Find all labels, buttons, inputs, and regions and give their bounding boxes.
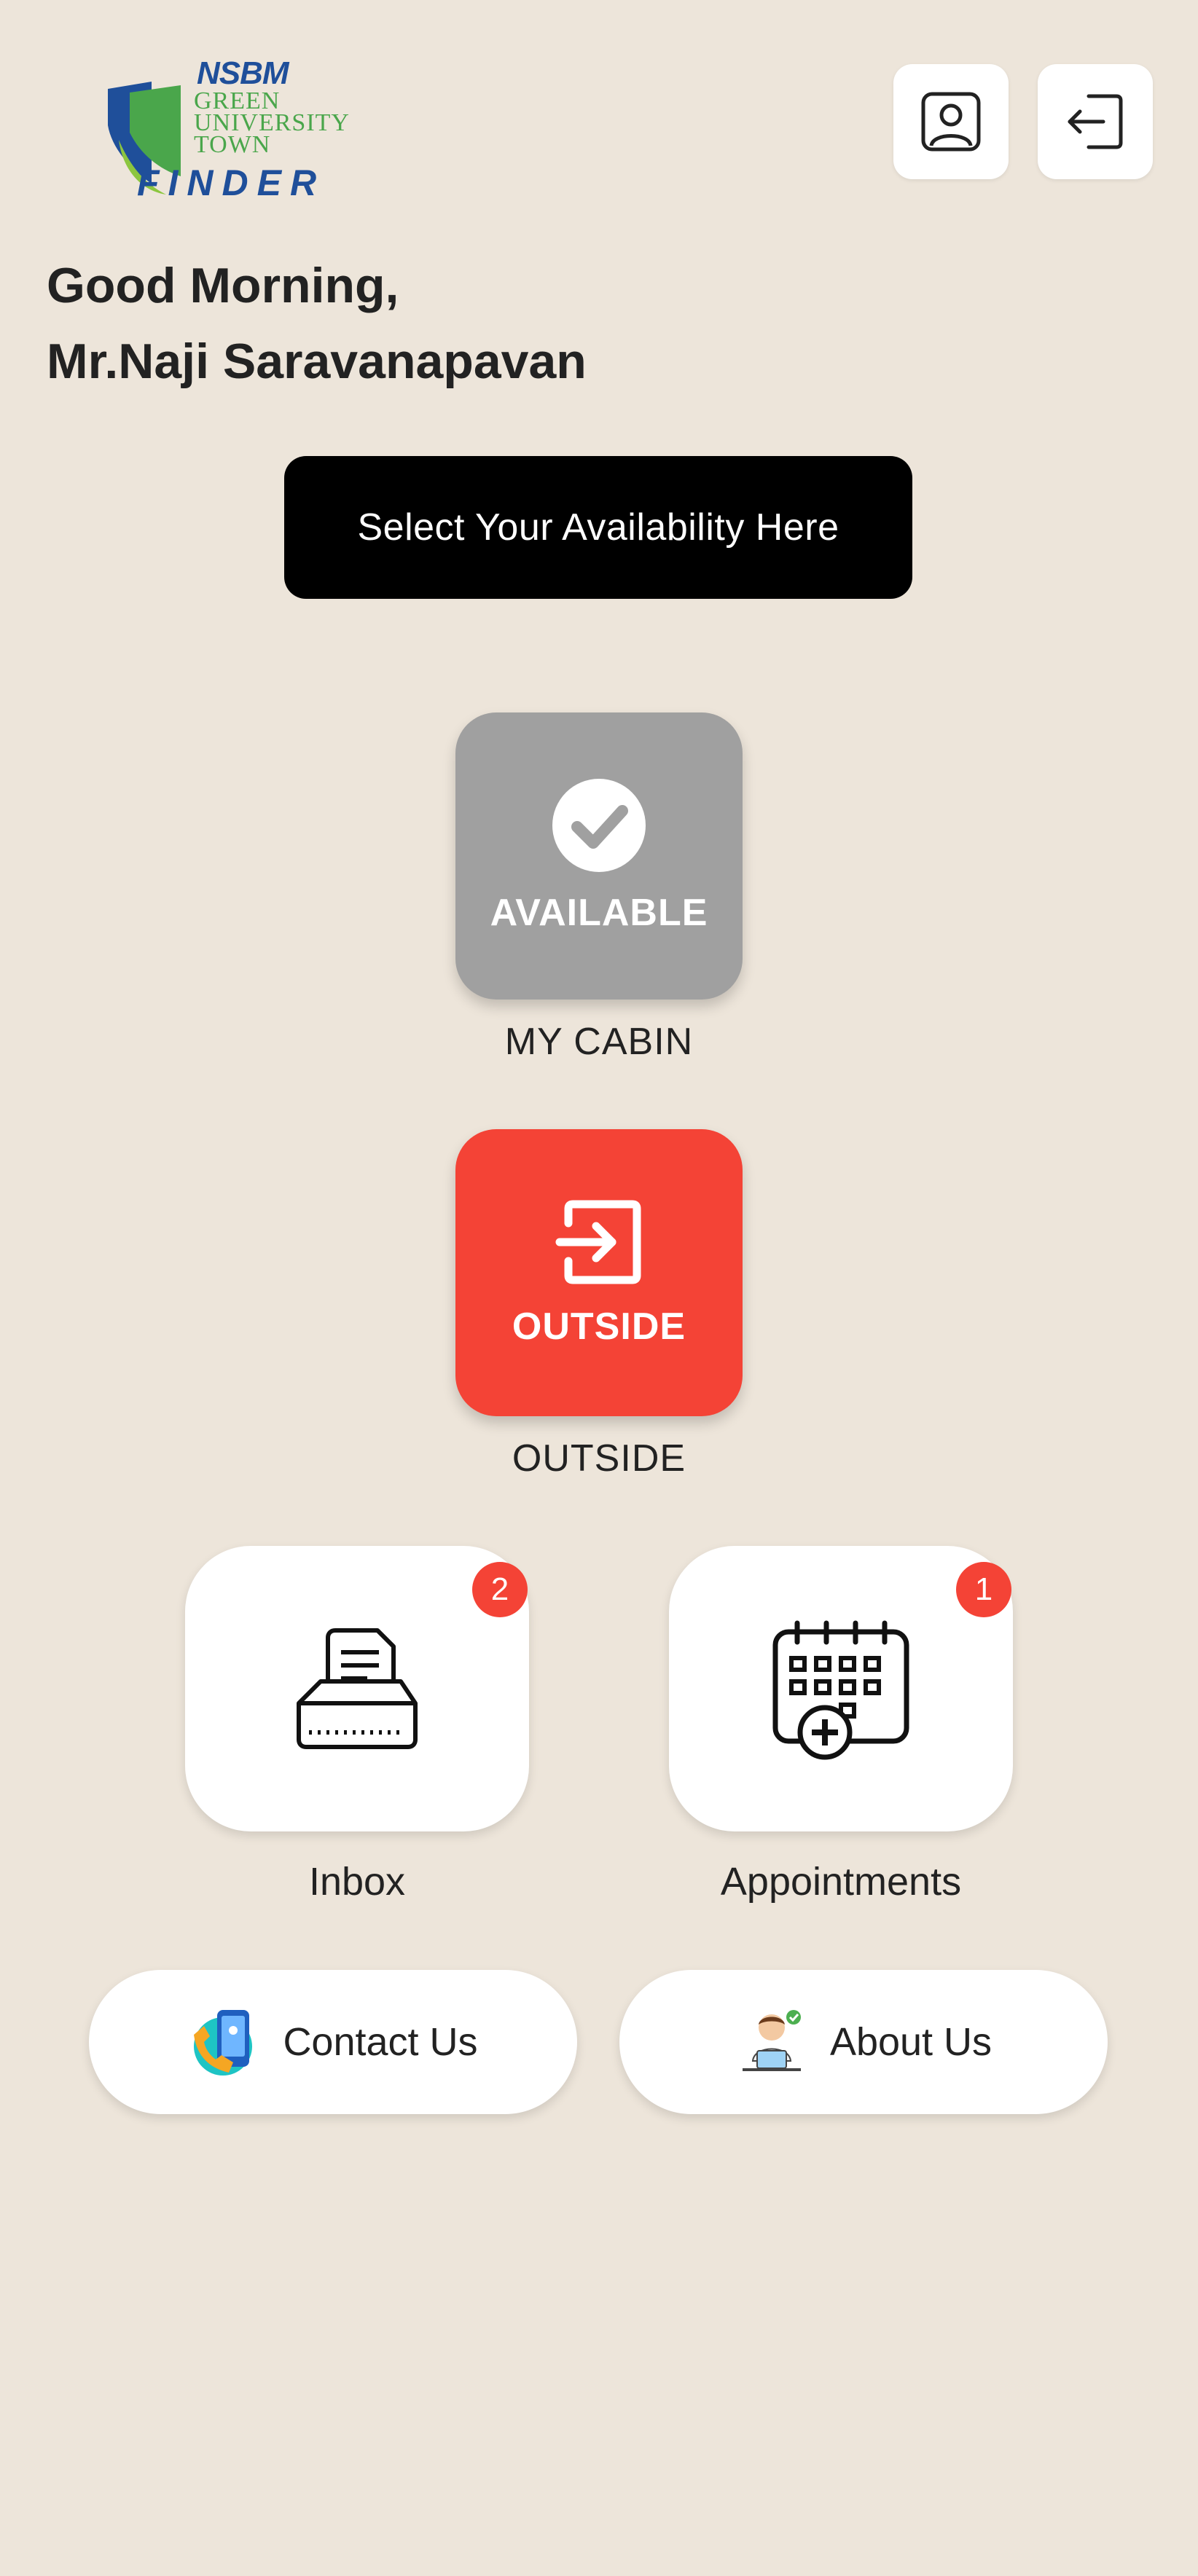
about-person-icon	[742, 2010, 801, 2071]
select-availability-button[interactable]: Select Your Availability Here	[284, 456, 912, 599]
outside-status-tile[interactable]: OUTSIDE	[455, 1129, 743, 1416]
greeting-name: Mr.Naji Saravanapavan	[47, 334, 587, 389]
about-us-label: About Us	[829, 2020, 993, 2064]
greeting-salutation: Good Morning,	[47, 258, 399, 313]
about-us-button[interactable]: About Us	[619, 1970, 1108, 2114]
logo-app-name: FINDER	[137, 162, 326, 203]
app-logo: NSBM GREEN UNIVERSITY TOWN FINDER	[101, 45, 363, 205]
logo-line: TOWN	[194, 131, 271, 158]
contact-us-button[interactable]: Contact Us	[89, 1970, 577, 2114]
contact-phone-icon	[194, 2010, 253, 2076]
person-portrait-icon	[921, 92, 981, 152]
status-tile-caption: MY CABIN	[504, 1021, 694, 1063]
exit-icon	[555, 1200, 641, 1284]
logout-icon	[1068, 94, 1123, 149]
appointments-badge: 1	[956, 1562, 1011, 1617]
available-status-tile[interactable]: AVAILABLE	[455, 712, 743, 1000]
calendar-add-icon	[772, 1620, 909, 1760]
appointments-card[interactable]: 1	[669, 1546, 1013, 1831]
status-tile-label: AVAILABLE	[490, 892, 708, 934]
inbox-badge: 2	[472, 1562, 528, 1617]
card-caption: Inbox	[308, 1860, 406, 1904]
inbox-card[interactable]: 2	[185, 1546, 529, 1831]
greeting: Good Morning, Mr.Naji Saravanapavan	[47, 248, 587, 399]
contact-us-label: Contact Us	[283, 2020, 478, 2064]
status-tile-label: OUTSIDE	[512, 1305, 686, 1348]
status-tile-caption: OUTSIDE	[512, 1437, 686, 1480]
inbox-tray-icon	[297, 1628, 418, 1749]
card-caption: Appointments	[720, 1860, 962, 1904]
logout-button[interactable]	[1038, 64, 1153, 179]
check-circle-icon	[552, 779, 646, 872]
profile-button[interactable]	[893, 64, 1009, 179]
logo-brand: NSBM	[197, 55, 289, 91]
